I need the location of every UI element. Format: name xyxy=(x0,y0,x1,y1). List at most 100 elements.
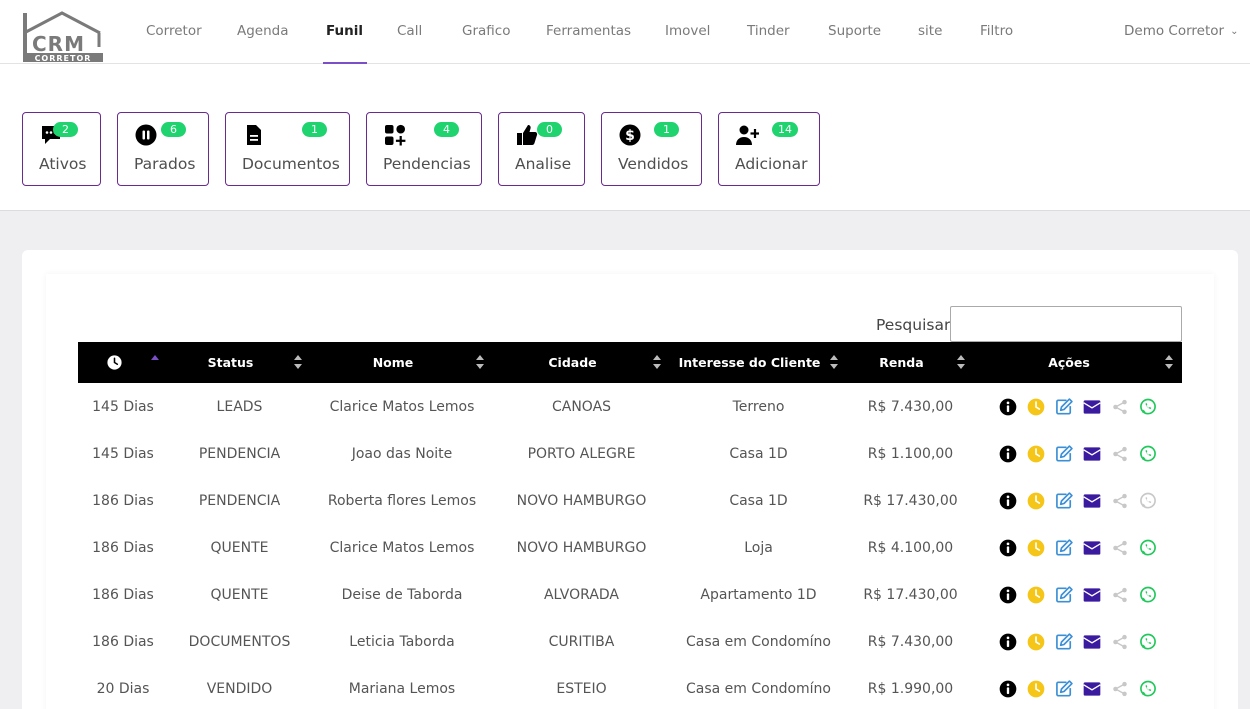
envelope-icon[interactable] xyxy=(1078,490,1106,512)
info-icon[interactable] xyxy=(994,490,1022,512)
cell-status: VENDIDO xyxy=(206,680,273,697)
info-icon[interactable] xyxy=(994,537,1022,559)
nav-item-imovel[interactable]: Imovel xyxy=(665,0,710,64)
row-actions xyxy=(974,490,1182,512)
clock-icon[interactable] xyxy=(1022,537,1050,559)
whatsapp-icon[interactable] xyxy=(1134,537,1162,559)
column-header-interesse[interactable]: Interesse do Cliente xyxy=(670,342,847,383)
edit-icon[interactable] xyxy=(1050,678,1078,700)
clock-icon[interactable] xyxy=(1022,584,1050,606)
share-icon[interactable] xyxy=(1106,631,1134,653)
stage-pendencias[interactable]: 4 Pendencias xyxy=(366,112,482,186)
clock-icon[interactable] xyxy=(1022,631,1050,653)
info-icon[interactable] xyxy=(994,678,1022,700)
crm-corretor-logo[interactable]: CRM CORRETOR xyxy=(22,11,104,63)
file-icon xyxy=(242,123,266,147)
whatsapp-icon[interactable] xyxy=(1134,396,1162,418)
stage-ativos[interactable]: 2 Ativos xyxy=(22,112,101,186)
whatsapp-icon[interactable] xyxy=(1134,631,1162,653)
edit-icon[interactable] xyxy=(1050,584,1078,606)
edit-icon[interactable] xyxy=(1050,443,1078,465)
table-row[interactable]: 186 Dias PENDENCIA Roberta flores Lemos NOV… xyxy=(78,477,1182,524)
leads-table-wrapper: Pesquisar Status Nome Cidade Interesse do C… xyxy=(46,274,1214,709)
column-header-label: Cidade xyxy=(548,355,597,370)
clock-icon[interactable] xyxy=(1022,443,1050,465)
whatsapp-icon[interactable] xyxy=(1134,678,1162,700)
cell-nome: Leticia Taborda xyxy=(349,633,455,650)
stage-vendidos[interactable]: $1 Vendidos xyxy=(601,112,702,186)
stage-count-badge: 2 xyxy=(53,122,78,137)
sort-icon xyxy=(957,355,965,369)
table-row[interactable]: 186 Dias DOCUMENTOS Leticia Taborda CURITIB… xyxy=(78,618,1182,665)
cell-cidade: NOVO HAMBURGO xyxy=(516,492,647,509)
column-header-status[interactable]: Status xyxy=(168,342,311,383)
nav-item-corretor[interactable]: Corretor xyxy=(146,0,202,64)
info-icon[interactable] xyxy=(994,443,1022,465)
cell-renda: R$ 1.990,00 xyxy=(867,680,954,697)
envelope-icon[interactable] xyxy=(1078,537,1106,559)
stage-count-badge: 4 xyxy=(434,122,459,137)
svg-text:CORRETOR: CORRETOR xyxy=(35,54,92,63)
envelope-icon[interactable] xyxy=(1078,396,1106,418)
share-icon[interactable] xyxy=(1106,396,1134,418)
whatsapp-icon[interactable] xyxy=(1134,584,1162,606)
cell-status: QUENTE xyxy=(210,539,269,556)
share-icon[interactable] xyxy=(1106,490,1134,512)
envelope-icon[interactable] xyxy=(1078,678,1106,700)
column-header-label: Status xyxy=(207,355,254,370)
nav-item-suporte[interactable]: Suporte xyxy=(828,0,881,64)
nav-item-call[interactable]: Call xyxy=(397,0,422,64)
share-icon[interactable] xyxy=(1106,443,1134,465)
share-icon[interactable] xyxy=(1106,584,1134,606)
row-actions xyxy=(974,443,1182,465)
column-header-cidade[interactable]: Cidade xyxy=(493,342,670,383)
share-icon[interactable] xyxy=(1106,537,1134,559)
edit-icon[interactable] xyxy=(1050,537,1078,559)
table-row[interactable]: 145 Dias PENDENCIA Joao das Noite PORTO ALE… xyxy=(78,430,1182,477)
nav-item-filtro[interactable]: Filtro xyxy=(980,0,1013,64)
stage-adicionar[interactable]: 14 Adicionar xyxy=(718,112,820,186)
nav-item-funil[interactable]: Funil xyxy=(322,0,368,64)
edit-icon[interactable] xyxy=(1050,490,1078,512)
clock-icon[interactable] xyxy=(1022,396,1050,418)
column-header-acoes[interactable]: Ações xyxy=(974,342,1182,383)
nav-item-ferramentas[interactable]: Ferramentas xyxy=(546,0,631,64)
search-input[interactable] xyxy=(950,306,1182,342)
nav-item-site[interactable]: site xyxy=(918,0,942,64)
stage-parados[interactable]: 6 Parados xyxy=(117,112,209,186)
whatsapp-icon[interactable] xyxy=(1134,443,1162,465)
cell-cidade: PORTO ALEGRE xyxy=(527,445,636,462)
nav-item-grafico[interactable]: Grafico xyxy=(462,0,510,64)
column-header-days[interactable] xyxy=(78,342,168,383)
clock-icon[interactable] xyxy=(1022,678,1050,700)
info-icon[interactable] xyxy=(994,396,1022,418)
cell-nome: Clarice Matos Lemos xyxy=(329,539,475,556)
cell-interesse: Casa 1D xyxy=(729,445,788,462)
edit-icon[interactable] xyxy=(1050,396,1078,418)
share-icon[interactable] xyxy=(1106,678,1134,700)
info-icon[interactable] xyxy=(994,584,1022,606)
sort-icon xyxy=(1165,355,1173,369)
shapes-plus-icon xyxy=(383,123,407,147)
clock-icon[interactable] xyxy=(1022,490,1050,512)
stage-analise[interactable]: 0 Analise xyxy=(498,112,585,186)
user-menu[interactable]: Demo Corretor ⌄ xyxy=(1124,0,1238,64)
column-header-renda[interactable]: Renda xyxy=(847,342,974,383)
info-icon[interactable] xyxy=(994,631,1022,653)
envelope-icon[interactable] xyxy=(1078,443,1106,465)
table-row[interactable]: 186 Dias QUENTE Clarice Matos Lemos NOVO HA… xyxy=(78,524,1182,571)
stage-documentos[interactable]: 1 Documentos xyxy=(225,112,350,186)
nav-item-tinder[interactable]: Tinder xyxy=(747,0,790,64)
table-row[interactable]: 186 Dias QUENTE Deise de Taborda ALVORADA Ap… xyxy=(78,571,1182,618)
whatsapp-icon[interactable] xyxy=(1134,490,1162,512)
cell-status: QUENTE xyxy=(210,586,269,603)
cell-nome: Roberta flores Lemos xyxy=(327,492,477,509)
user-plus-icon xyxy=(735,123,760,147)
column-header-nome[interactable]: Nome xyxy=(311,342,493,383)
envelope-icon[interactable] xyxy=(1078,584,1106,606)
table-row[interactable]: 145 Dias LEADS Clarice Matos Lemos CANOAS Te… xyxy=(78,383,1182,430)
edit-icon[interactable] xyxy=(1050,631,1078,653)
envelope-icon[interactable] xyxy=(1078,631,1106,653)
table-row[interactable]: 20 Dias VENDIDO Mariana Lemos ESTEIO Casa em… xyxy=(78,665,1182,709)
nav-item-agenda[interactable]: Agenda xyxy=(237,0,289,64)
